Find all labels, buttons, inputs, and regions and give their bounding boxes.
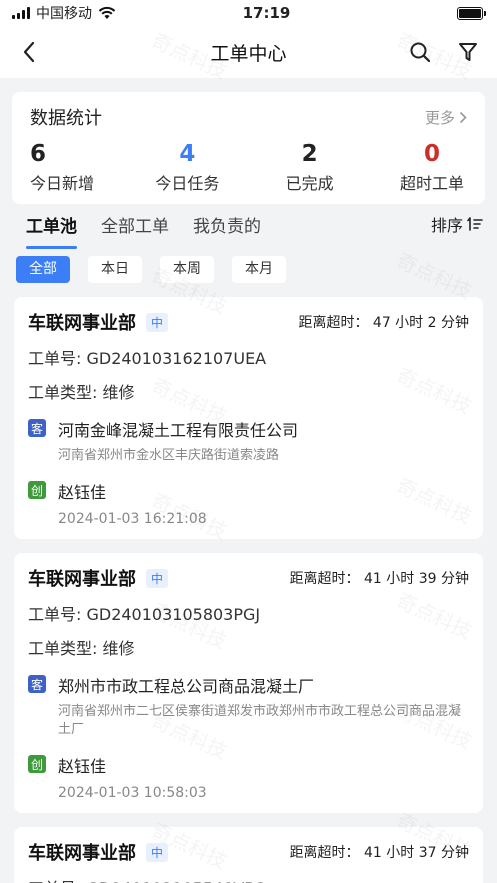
customer-badge: 客: [28, 419, 46, 437]
carrier: 中国移动: [36, 6, 92, 22]
creator-info: 赵钰佳 2024-01-03 16:21:08: [58, 479, 207, 527]
customer-name: 郑州市市政工程总公司商品混凝土厂: [58, 677, 315, 696]
clock: 17:19: [242, 4, 291, 22]
more-label: 更多: [424, 108, 455, 127]
chevron-right-icon: [459, 111, 467, 123]
stat-today-tasks[interactable]: 4 今日任务: [152, 140, 222, 194]
stats-card: 数据统计 更多 6 今日新增 4 今日任务 2 已完成 0 超时工单: [12, 92, 485, 204]
filter-today[interactable]: 本日: [88, 256, 142, 283]
signal-icon: [12, 7, 30, 19]
wifi-icon: [98, 6, 116, 19]
filter-button[interactable]: [455, 39, 481, 65]
stat-value: 4: [179, 141, 196, 167]
stats-header: 数据统计 更多: [30, 104, 467, 130]
creator-row: 创 赵钰佳 2024-01-03 16:21:08: [28, 479, 469, 527]
overdue-countdown: 距离超时： 47 小时 2 分钟: [298, 315, 469, 331]
tabs-left: 工单池 全部工单 我负责的: [26, 208, 261, 249]
customer-address: 河南省郑州市金水区丰庆路街道索凌路: [58, 448, 280, 463]
stat-today-new[interactable]: 6 今日新增: [30, 140, 100, 194]
customer-address: 河南省郑州市二七区侯寨街道郑发市政郑州市市政工程总公司商品混凝土厂: [58, 704, 462, 737]
customer-info: 河南金峰混凝土工程有限责任公司 河南省郑州市金水区丰庆路街道索凌路: [58, 417, 298, 465]
card-dept: 车联网事业部 中: [28, 839, 169, 865]
filter-icon: [459, 43, 477, 61]
stat-completed[interactable]: 2 已完成: [275, 140, 345, 194]
sort-button[interactable]: 排序: [431, 212, 483, 236]
search-button[interactable]: [407, 39, 433, 65]
stat-label: 今日新增: [30, 174, 95, 193]
card-header: 车联网事业部 中 距离超时： 41 小时 37 分钟: [28, 839, 469, 865]
priority-badge: 中: [146, 568, 169, 588]
tab-my-orders[interactable]: 我负责的: [193, 208, 261, 241]
status-left: 中国移动: [12, 3, 116, 23]
card-dept: 车联网事业部 中: [28, 565, 169, 591]
card-header: 车联网事业部 中 距离超时： 41 小时 39 分钟: [28, 565, 469, 591]
priority-badge: 中: [146, 842, 169, 862]
order-type: 工单类型: 维修: [28, 383, 135, 402]
department-name: 车联网事业部: [28, 313, 136, 334]
sort-icon: [467, 217, 483, 231]
stat-label: 超时工单: [399, 174, 464, 193]
created-time: 2024-01-03 10:58:03: [58, 785, 207, 801]
tab-order-pool[interactable]: 工单池: [26, 208, 77, 249]
stat-label: 今日任务: [155, 174, 220, 193]
creator-badge: 创: [28, 481, 46, 499]
overdue-countdown: 距离超时： 41 小时 37 分钟: [289, 845, 469, 861]
stat-value: 2: [301, 141, 318, 167]
search-icon: [410, 42, 431, 63]
stat-overdue[interactable]: 0 超时工单: [397, 140, 467, 194]
department-name: 车联网事业部: [28, 569, 136, 590]
stat-label: 已完成: [285, 174, 334, 193]
nav-actions: [407, 39, 481, 65]
order-number: 工单号: GD240103105803PGJ: [28, 605, 261, 624]
filter-month[interactable]: 本月: [232, 256, 286, 283]
customer-info: 郑州市市政工程总公司商品混凝土厂 河南省郑州市二七区侯寨街道郑发市政郑州市市政工…: [58, 673, 469, 739]
order-number: 工单号: GD240103105548VBS: [28, 875, 469, 883]
creator-name: 赵钰佳: [58, 757, 107, 776]
creator-row: 创 赵钰佳 2024-01-03 10:58:03: [28, 753, 469, 801]
card-dept: 车联网事业部 中: [28, 309, 169, 335]
tab-bar: 工单池 全部工单 我负责的 排序: [0, 204, 497, 249]
created-time: 2024-01-03 16:21:08: [58, 511, 207, 527]
more-link[interactable]: 更多: [425, 107, 467, 128]
customer-row: 客 郑州市市政工程总公司商品混凝土厂 河南省郑州市二七区侯寨街道郑发市政郑州市市…: [28, 673, 469, 739]
order-number: 工单号: GD240103162107UEA: [28, 349, 267, 368]
back-button[interactable]: [16, 39, 42, 65]
order-card[interactable]: 车联网事业部 中 距离超时： 47 小时 2 分钟 工单号: GD2401031…: [14, 297, 483, 539]
stat-value: 0: [423, 141, 440, 167]
stats-row: 6 今日新增 4 今日任务 2 已完成 0 超时工单: [30, 140, 467, 194]
status-bar: 中国移动 17:19: [0, 0, 497, 26]
creator-badge: 创: [28, 755, 46, 773]
filter-week[interactable]: 本周: [160, 256, 214, 283]
battery-icon: [457, 6, 486, 20]
filter-all[interactable]: 全部: [16, 256, 70, 283]
order-type: 工单类型: 维修: [28, 639, 135, 658]
customer-badge: 客: [28, 675, 46, 693]
tab-all-orders[interactable]: 全部工单: [101, 208, 169, 241]
nav-bar: 工单中心: [0, 26, 497, 78]
stats-title: 数据统计: [30, 108, 102, 129]
creator-info: 赵钰佳 2024-01-03 10:58:03: [58, 753, 207, 801]
chevron-left-icon: [23, 41, 35, 63]
time-filter: 全部 本日 本周 本月: [0, 244, 497, 283]
creator-name: 赵钰佳: [58, 483, 107, 502]
card-header: 车联网事业部 中 距离超时： 47 小时 2 分钟: [28, 309, 469, 335]
order-card[interactable]: 车联网事业部 中 距离超时： 41 小时 37 分钟 工单号: GD240103…: [14, 827, 483, 883]
customer-name: 河南金峰混凝土工程有限责任公司: [58, 421, 299, 440]
overdue-countdown: 距离超时： 41 小时 39 分钟: [289, 571, 469, 587]
sort-label: 排序: [430, 216, 463, 235]
stat-value: 6: [30, 141, 47, 167]
priority-badge: 中: [146, 312, 169, 332]
order-card[interactable]: 车联网事业部 中 距离超时： 41 小时 39 分钟 工单号: GD240103…: [14, 553, 483, 813]
customer-row: 客 河南金峰混凝土工程有限责任公司 河南省郑州市金水区丰庆路街道索凌路: [28, 417, 469, 465]
department-name: 车联网事业部: [28, 843, 136, 864]
